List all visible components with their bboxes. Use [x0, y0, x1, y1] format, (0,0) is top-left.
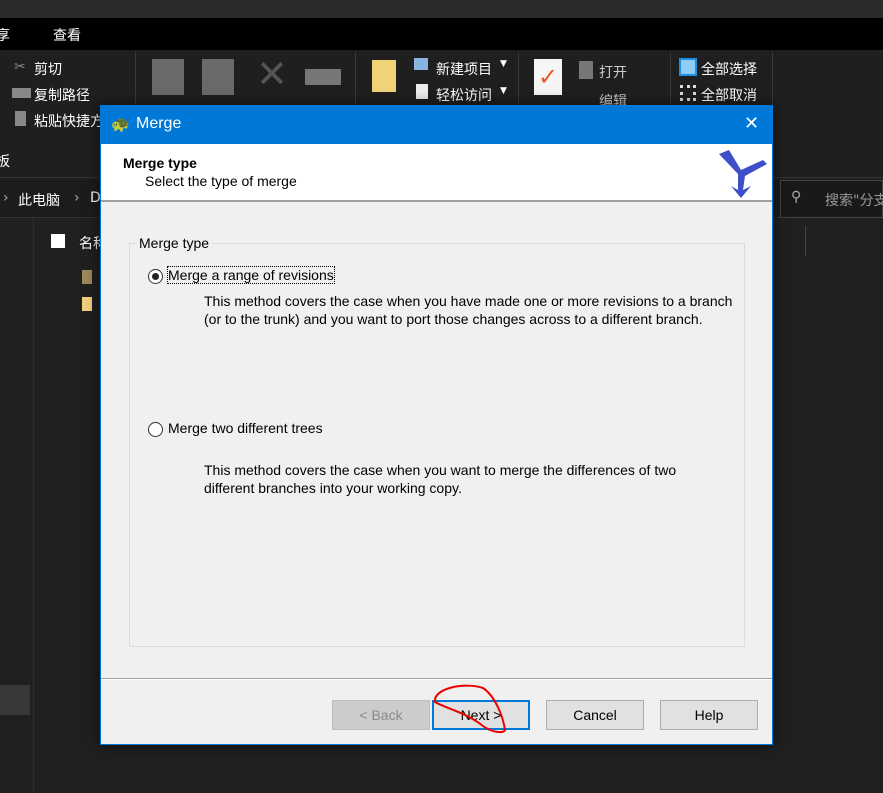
scissors-icon: ✂ — [14, 59, 26, 75]
paste-shortcut-icon — [15, 111, 26, 126]
move-to-icon[interactable] — [152, 59, 184, 95]
search-icon: ⚲ — [791, 189, 802, 205]
folder-icon — [82, 297, 92, 311]
back-button[interactable]: < Back — [332, 700, 430, 730]
copy-to-icon[interactable] — [202, 59, 234, 95]
option-label[interactable]: Merge two different trees — [168, 420, 323, 436]
copy-path-icon — [12, 88, 31, 98]
merge-dialog: 🐢 Merge ✕ Merge type Select the type of … — [100, 105, 773, 745]
menu-view[interactable]: 查看 — [53, 25, 81, 45]
open-icon — [579, 61, 593, 79]
option-description: This method covers the case when you wan… — [204, 462, 677, 496]
select-none-icon — [680, 85, 696, 101]
nav-pane-selected-item[interactable] — [0, 685, 30, 715]
search-box[interactable]: ⚲ 搜索"分支 — [780, 180, 883, 218]
easy-access-button[interactable]: 轻松访问 — [436, 85, 492, 105]
chevron-down-icon: ▼ — [500, 86, 507, 96]
cancel-button[interactable]: Cancel — [546, 700, 644, 730]
merge-type-group: Merge type Merge a range of revisions Th… — [129, 235, 745, 647]
radio-two-trees[interactable] — [148, 422, 163, 437]
new-item-icon — [414, 58, 428, 70]
menu-share[interactable]: 享 — [0, 25, 10, 45]
folder-icon[interactable] — [372, 60, 396, 92]
clipboard-group-label: 板 — [0, 154, 10, 170]
dialog-title: Merge — [136, 115, 182, 132]
chevron-down-icon: ▼ — [500, 59, 507, 69]
footer-divider — [101, 678, 772, 680]
select-all-checkbox[interactable] — [51, 234, 65, 248]
merge-arrow-icon — [719, 150, 767, 198]
chevron-right-icon: › — [3, 190, 9, 206]
new-item-button[interactable]: 新建项目 — [436, 59, 492, 79]
select-all-button[interactable]: 全部选择 — [701, 59, 757, 79]
chevron-right-icon: › — [74, 190, 80, 206]
tortoise-icon: 🐢 — [111, 116, 130, 133]
red-annotation-circle — [434, 684, 507, 734]
select-all-icon — [679, 58, 697, 76]
header-subtitle: Select the type of merge — [145, 173, 297, 189]
properties-check-icon[interactable]: ✓ — [534, 59, 562, 95]
group-label: Merge type — [136, 235, 213, 251]
option-label[interactable]: Merge a range of revisions — [167, 266, 335, 284]
rename-icon[interactable] — [305, 69, 341, 85]
breadcrumb-this-pc[interactable]: 此电脑 — [18, 190, 60, 210]
copy-path-button[interactable]: 复制路径 — [34, 85, 90, 105]
wizard-header: Merge type Select the type of merge — [101, 144, 772, 202]
paste-shortcut-button[interactable]: 粘贴快捷方 — [34, 111, 104, 131]
delete-icon[interactable]: ✕ — [256, 52, 288, 96]
folder-icon — [82, 270, 92, 284]
select-none-button[interactable]: 全部取消 — [701, 85, 757, 105]
close-icon[interactable]: ✕ — [744, 113, 759, 134]
dialog-title-bar: 🐢 Merge ✕ — [101, 106, 772, 144]
menu-bar: 享 查看 — [0, 18, 883, 50]
window-top-bar — [0, 0, 883, 18]
search-placeholder: 搜索"分支 — [825, 193, 883, 209]
option-description: This method covers the case when you hav… — [204, 293, 733, 327]
radio-range-of-revisions[interactable] — [148, 269, 163, 284]
easy-access-icon — [416, 84, 428, 99]
help-button[interactable]: Help — [660, 700, 758, 730]
open-button[interactable]: 打开 — [599, 62, 627, 82]
header-title: Merge type — [123, 155, 197, 171]
cut-button[interactable]: 剪切 — [34, 59, 62, 79]
